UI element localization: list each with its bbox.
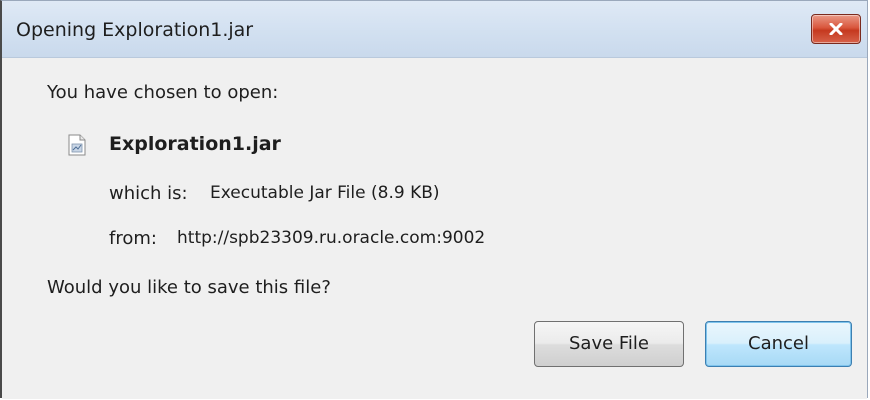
title-bar[interactable]: Opening Exploration1.jar (2, 1, 867, 58)
intro-text: You have chosen to open: (47, 82, 279, 103)
cancel-button[interactable]: Cancel (705, 321, 852, 367)
dialog-body: You have chosen to open: Exploration1.ja… (2, 58, 867, 399)
source-label: from: (109, 228, 157, 249)
save-question: Would you like to save this file? (47, 277, 331, 298)
save-file-button[interactable]: Save File (534, 321, 684, 367)
close-icon (829, 23, 843, 35)
dialog-title: Opening Exploration1.jar (16, 19, 254, 41)
file-type-label: which is: (109, 183, 188, 204)
source-url: http://spb23309.ru.oracle.com:9002 (177, 228, 486, 248)
file-name: Exploration1.jar (109, 133, 281, 155)
download-dialog: Opening Exploration1.jar You have chosen… (0, 0, 868, 399)
close-button[interactable] (811, 14, 861, 44)
file-type-value: Executable Jar File (8.9 KB) (210, 183, 440, 203)
jar-file-icon (68, 134, 86, 156)
